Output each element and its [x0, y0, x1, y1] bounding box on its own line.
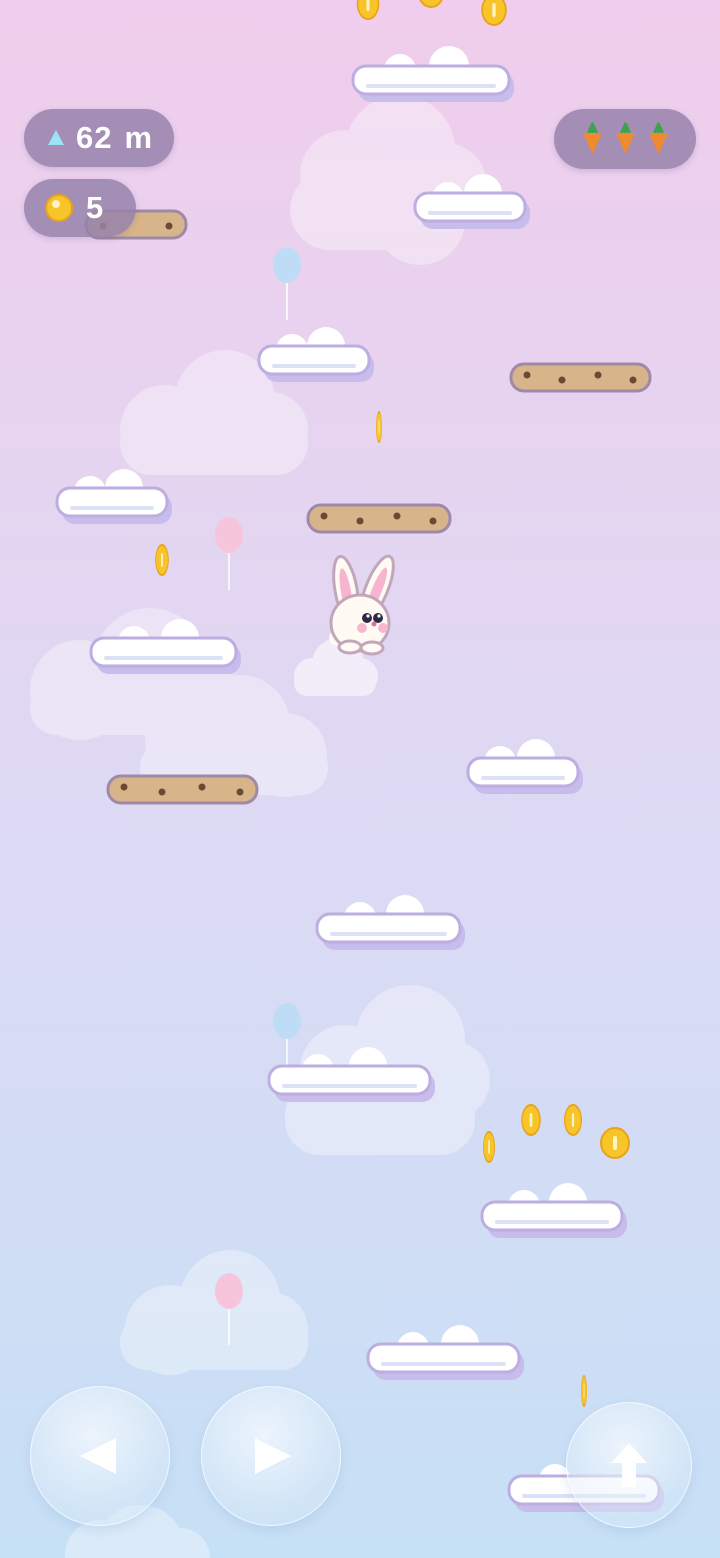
coin-icon: [45, 194, 73, 222]
coin: [580, 1375, 588, 1407]
carrot-icon: [615, 122, 635, 154]
height-counter: 62 m: [24, 109, 174, 167]
lives-carrots: [554, 109, 696, 169]
arrow-right-icon: [255, 1438, 291, 1474]
coin-count: 5: [86, 190, 104, 225]
coin: [481, 0, 507, 26]
move-right-button[interactable]: [201, 1386, 341, 1526]
arrow-left-icon: [80, 1438, 116, 1474]
cookie-platform: [306, 503, 452, 534]
coin: [600, 1127, 630, 1159]
height-unit: m: [124, 120, 153, 155]
up-triangle-icon: [48, 130, 64, 145]
height-value: 62: [76, 120, 113, 155]
carrot-icon: [648, 122, 668, 154]
coin-counter: 5: [24, 179, 136, 237]
coin: [563, 1104, 583, 1136]
arrow-up-icon: [611, 1443, 647, 1487]
coin: [154, 544, 170, 576]
cookie-platform: [509, 362, 652, 393]
move-left-button[interactable]: [30, 1386, 170, 1526]
jump-button[interactable]: [566, 1402, 692, 1528]
cookie-platform: [106, 774, 259, 805]
coin: [520, 1104, 542, 1136]
carrot-icon: [582, 122, 602, 154]
coin: [375, 411, 383, 443]
coin: [482, 1131, 496, 1163]
